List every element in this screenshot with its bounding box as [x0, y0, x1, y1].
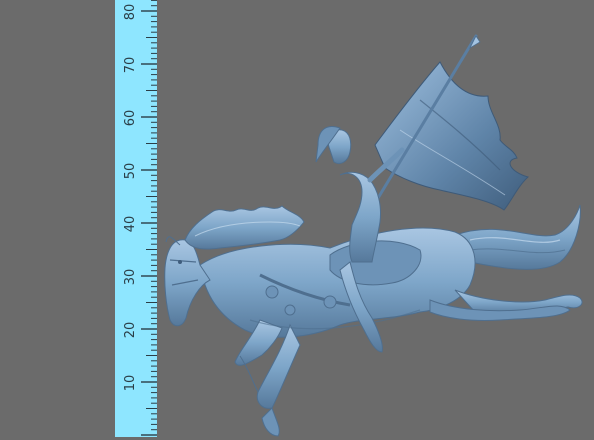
- horse-mane: [184, 205, 305, 250]
- horse-head: [164, 236, 211, 327]
- 3d-viewport[interactable]: 10 20 30 40 50 60 70 80: [0, 0, 594, 440]
- cape-banner: [374, 61, 530, 211]
- horse-rider-sculpture-icon[interactable]: [0, 0, 594, 440]
